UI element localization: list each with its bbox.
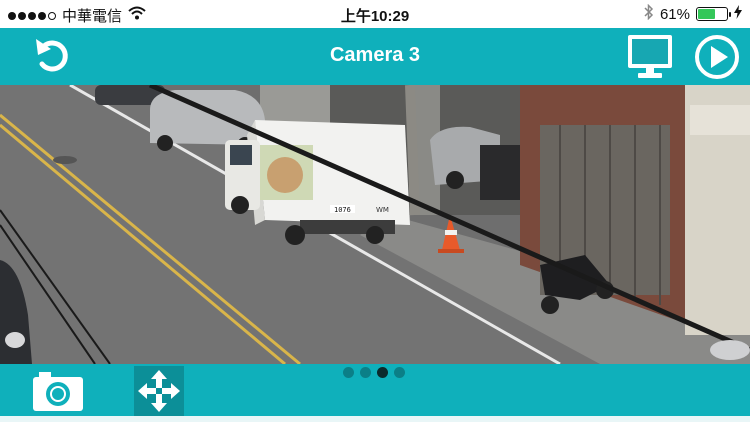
- snapshot-button[interactable]: [30, 368, 86, 414]
- play-button[interactable]: [693, 33, 741, 81]
- pan-tilt-button[interactable]: [134, 366, 184, 416]
- clock: 上午10:29: [340, 8, 410, 25]
- bottom-toolbar: [0, 364, 750, 416]
- camera-snapshot-icon: [33, 372, 83, 411]
- bluetooth-icon: [644, 3, 654, 24]
- nav-bar: Camera 3: [0, 28, 750, 85]
- truck-plate: 1076: [334, 206, 351, 214]
- bottom-strip: [0, 416, 750, 422]
- battery-level: [698, 9, 716, 19]
- page-indicator: [343, 367, 405, 378]
- status-bar: 中華電信 上午10:29 61%: [0, 0, 750, 28]
- page-dot[interactable]: [360, 367, 371, 378]
- status-right: 61%: [644, 3, 742, 24]
- play-icon: [695, 35, 739, 79]
- page-dot[interactable]: [343, 367, 354, 378]
- move-arrows-icon: [138, 370, 180, 412]
- monitor-button[interactable]: [625, 32, 675, 82]
- monitor-icon: [628, 35, 672, 78]
- page-dot[interactable]: [394, 367, 405, 378]
- battery-percent: 61%: [659, 5, 690, 23]
- battery-icon: [696, 7, 731, 21]
- camera-feed-image: 1076 WM: [0, 85, 750, 364]
- truck-sign: WM: [376, 206, 389, 214]
- camera-feed[interactable]: 1076 WM: [0, 85, 750, 364]
- page-dot[interactable]: [377, 367, 388, 378]
- charging-icon: [734, 5, 742, 23]
